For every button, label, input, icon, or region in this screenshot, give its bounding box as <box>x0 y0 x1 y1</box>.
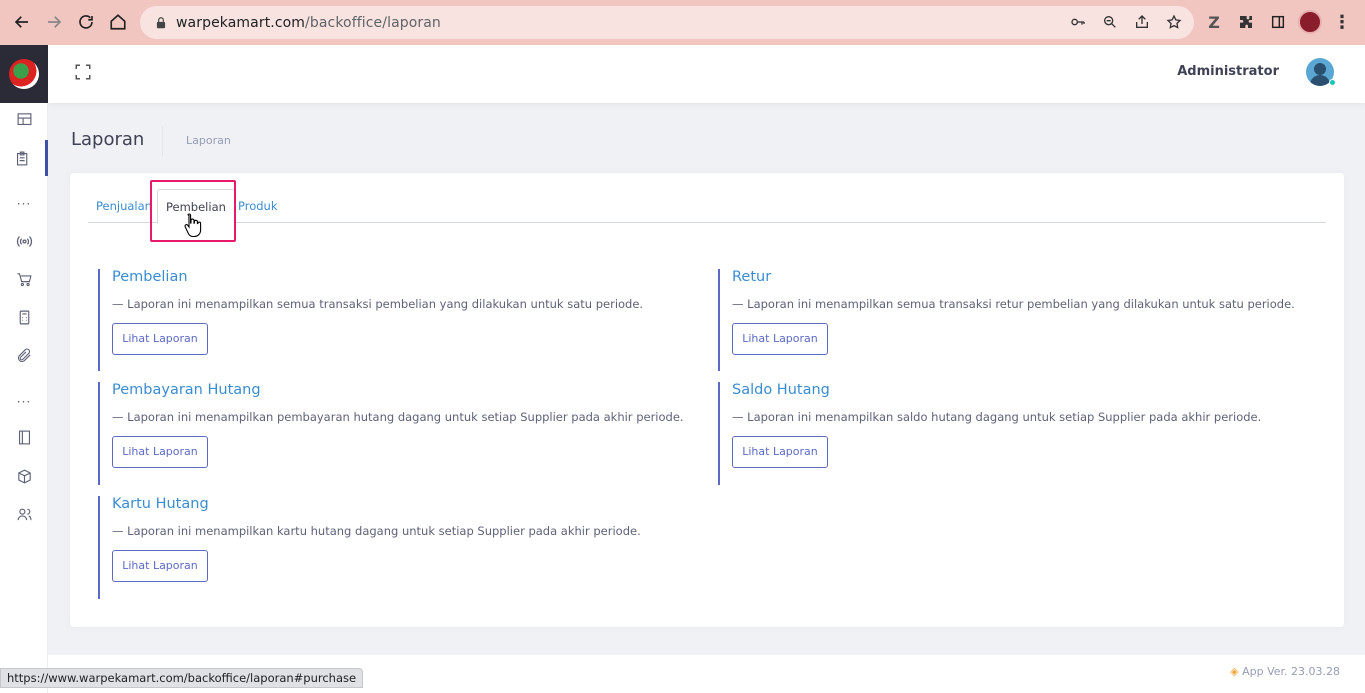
tab-produk[interactable]: Produk <box>230 189 286 223</box>
reload-icon[interactable] <box>70 6 102 38</box>
side-panel-icon[interactable] <box>1266 8 1290 36</box>
calculator-icon[interactable] <box>0 299 48 335</box>
puzzle-icon[interactable] <box>1234 8 1258 36</box>
logo-container[interactable] <box>0 45 48 103</box>
zoom-icon[interactable] <box>1100 12 1120 32</box>
users-icon[interactable] <box>0 496 48 532</box>
section-dots: ··· <box>16 197 32 211</box>
broadcast-icon[interactable] <box>0 223 48 259</box>
view-report-button[interactable]: Lihat Laporan <box>732 323 828 355</box>
cart-icon[interactable] <box>0 261 48 297</box>
hand-cursor-icon <box>184 213 202 238</box>
app-logo <box>9 59 39 89</box>
view-report-button[interactable]: Lihat Laporan <box>112 436 208 468</box>
report-description: — Laporan ini menampilkan kartu hutang d… <box>112 524 641 538</box>
clipboard-icon[interactable] <box>0 140 48 176</box>
view-report-button[interactable]: Lihat Laporan <box>112 550 208 582</box>
user-name[interactable]: Administrator <box>1177 64 1279 79</box>
section-dots-2: ··· <box>16 395 32 409</box>
tab-penjualan[interactable]: Penjualan <box>88 189 160 223</box>
book-icon[interactable] <box>0 419 48 455</box>
report-tabs: Penjualan Pembelian Produk <box>88 189 1326 224</box>
star-icon[interactable] <box>1164 12 1184 32</box>
profile-icon[interactable] <box>1298 8 1322 36</box>
view-report-button[interactable]: Lihat Laporan <box>112 323 208 355</box>
report-description: — Laporan ini menampilkan semua transaks… <box>732 297 1295 311</box>
home-icon[interactable] <box>102 6 134 38</box>
breadcrumb[interactable]: Laporan <box>186 134 231 147</box>
extension-z-icon[interactable]: Z <box>1202 8 1226 36</box>
layers-icon: ◈ <box>1230 665 1239 678</box>
address-url: warpekamart.com/backoffice/laporan <box>176 14 441 31</box>
report-description: — Laporan ini menampilkan semua transaks… <box>112 297 644 311</box>
report-title: Retur <box>732 269 772 285</box>
report-title: Kartu Hutang <box>112 496 209 512</box>
report-item-pembelian: Pembelian — Laporan ini menampilkan semu… <box>98 269 643 371</box>
forward-icon[interactable] <box>38 6 70 38</box>
report-title: Pembelian <box>112 269 188 285</box>
status-bar-url: https://www.warpekamart.com/backoffice/l… <box>0 668 364 688</box>
box-icon[interactable] <box>0 458 48 494</box>
menu-kebab-icon[interactable]: ⋮ <box>1330 8 1354 36</box>
app-version: ◈ App Ver. 23.03.28 <box>1230 665 1340 678</box>
report-card: Penjualan Pembelian Produk Pembelian — L… <box>70 173 1344 627</box>
report-item-retur: Retur — Laporan ini menampilkan semua tr… <box>718 269 1295 371</box>
dashboard-icon[interactable] <box>0 101 48 137</box>
browser-toolbar: warpekamart.com/backoffice/laporan Z ⋮ <box>0 0 1365 45</box>
key-icon[interactable] <box>1068 12 1088 32</box>
share-icon[interactable] <box>1132 12 1152 32</box>
page-title: Laporan <box>71 129 145 150</box>
report-item-pembayaran-hutang: Pembayaran Hutang — Laporan ini menampil… <box>98 382 684 485</box>
report-description: — Laporan ini menampilkan saldo hutang d… <box>732 410 1262 424</box>
report-title: Pembayaran Hutang <box>112 382 261 398</box>
report-description: — Laporan ini menampilkan pembayaran hut… <box>112 410 684 424</box>
report-item-saldo-hutang: Saldo Hutang — Laporan ini menampilkan s… <box>718 382 1261 485</box>
report-title: Saldo Hutang <box>732 382 830 398</box>
sidebar: ··· ··· <box>0 45 48 693</box>
online-status-dot <box>1329 79 1336 86</box>
fullscreen-icon[interactable] <box>74 63 92 81</box>
view-report-button[interactable]: Lihat Laporan <box>732 436 828 468</box>
lock-icon <box>156 16 166 28</box>
top-header: Administrator <box>48 45 1365 103</box>
back-icon[interactable] <box>6 6 38 38</box>
address-bar[interactable]: warpekamart.com/backoffice/laporan <box>140 6 1194 39</box>
title-divider <box>162 126 163 156</box>
report-item-kartu-hutang: Kartu Hutang — Laporan ini menampilkan k… <box>98 496 641 599</box>
paperclip-icon[interactable] <box>0 337 48 373</box>
